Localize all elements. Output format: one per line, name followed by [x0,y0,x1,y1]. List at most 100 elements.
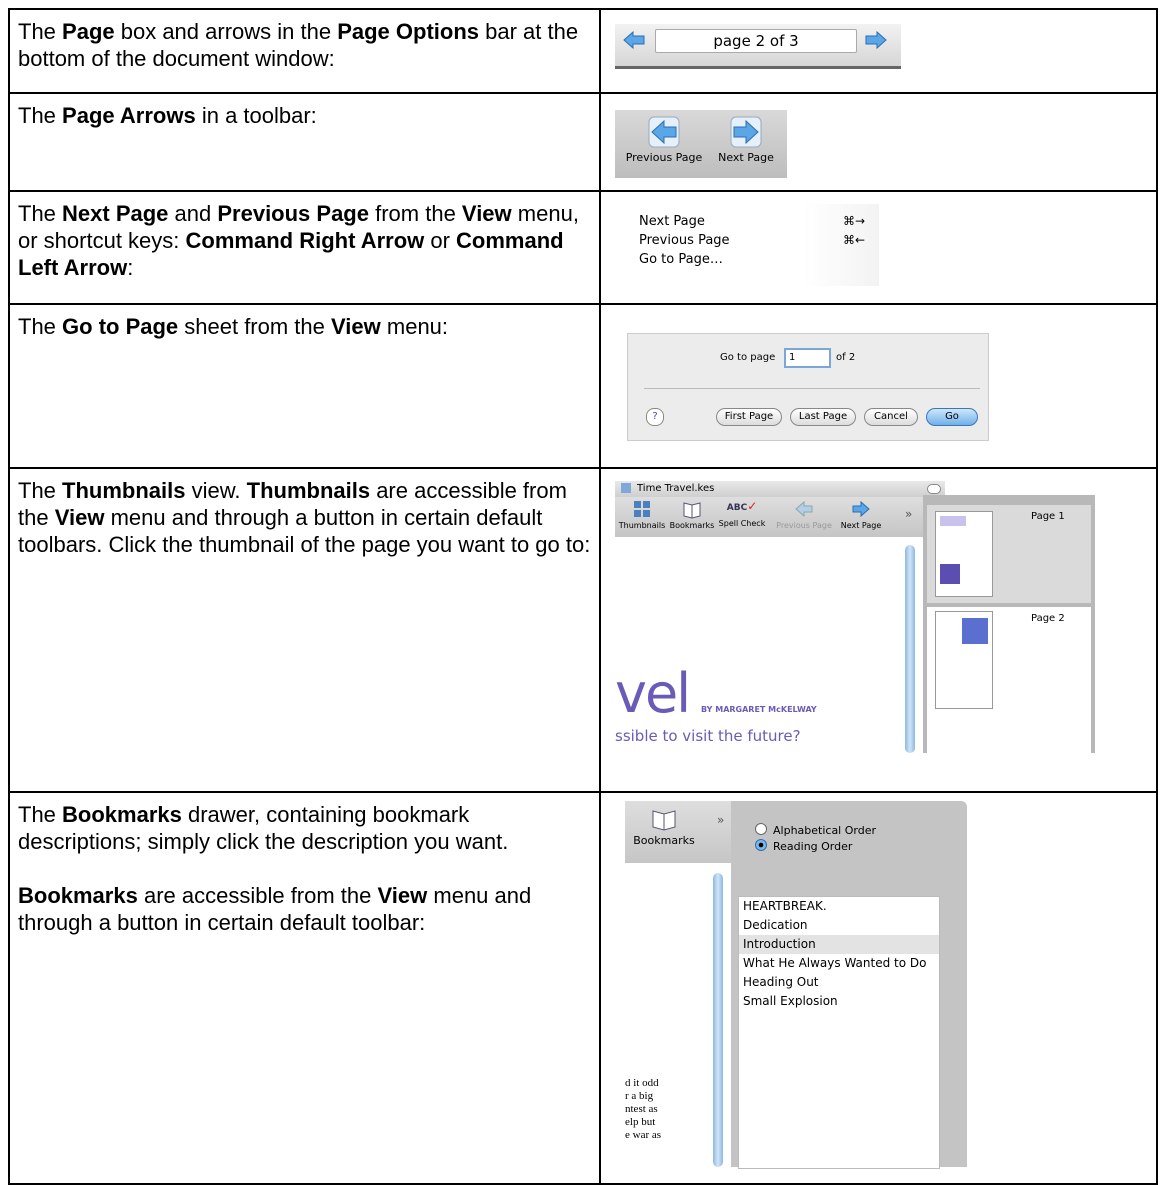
help-button[interactable]: ? [646,408,664,426]
scrollbar[interactable] [713,873,723,1167]
instruction-table: The Page box and arrows in the Page Opti… [8,8,1158,1185]
previous-page-icon [795,500,813,518]
body-line: d it odd [625,1077,659,1089]
go-to-page-sheet: Go to page 1 of 2 ? First Page Last Page… [627,333,989,441]
bookmarks-screenshot: Bookmarks » d it odd r a big ntest as el… [599,791,1158,1185]
radio-off-icon [755,823,767,835]
thumbnail-image [935,511,993,597]
view-menu: Next Page ⌘→ Previous Page ⌘← Go to Page… [627,204,879,286]
text: menu and through a button in certain def… [18,505,591,557]
bookmarks-button[interactable]: Bookmarks [669,499,715,530]
divider [644,388,980,389]
page-box[interactable]: page 2 of 3 [655,29,857,53]
text: The [18,802,63,827]
text: The [18,201,63,226]
thumbnail-page-2[interactable]: Page 2 [927,607,1091,753]
scrollbar[interactable] [905,545,915,753]
thumbnail-photo [962,618,988,644]
paragraph: The Bookmarks drawer, containing bookmar… [18,801,591,855]
list-item[interactable]: HEARTBREAK. [739,897,939,916]
previous-page-icon [648,116,680,148]
term: Next Page [62,201,169,226]
table-row: The Thumbnails view. Thumbnails are acce… [8,467,1158,793]
body-line: e war as [625,1129,662,1141]
view-menu-screenshot: Next Page ⌘→ Previous Page ⌘← Go to Page… [599,190,1158,305]
document-area: d it odd r a big ntest as elp but e war … [625,863,713,1167]
first-page-button[interactable]: First Page [716,408,782,426]
more-chevron-icon[interactable]: » [905,507,912,521]
text: view. [185,478,247,503]
document-icon [621,483,631,493]
table-row: The Page box and arrows in the Page Opti… [8,8,1158,94]
row-description: The Thumbnails view. Thumbnails are acce… [8,467,601,793]
body-line: r a big [625,1090,654,1102]
page-number-input[interactable]: 1 [784,348,831,368]
row-description: The Go to Page sheet from the View menu: [8,303,601,469]
thumbnails-drawer: Page 1 Page 2 [923,495,1095,753]
next-page-button[interactable]: Next Page [837,499,885,530]
text: box and arrows in the [114,19,338,44]
window-toolbar: Thumbnails Bookmarks ABC✓ Spell Check Pr… [615,497,925,537]
book-icon [683,502,701,519]
previous-arrow-icon[interactable] [623,30,645,50]
menu-item-previous-page[interactable]: Previous Page [639,233,730,248]
spell-check-button[interactable]: ABC✓ Spell Check [717,499,767,528]
term: Previous Page [217,201,369,226]
previous-page-button[interactable]: Previous Page [619,116,709,164]
list-item[interactable]: Heading Out [739,973,939,992]
menu-item-go-to-page[interactable]: Go to Page… [639,252,723,267]
thumbnail-title-block [940,516,966,526]
next-page-button[interactable]: Next Page [711,116,781,164]
page-options-bar: page 2 of 3 [615,24,901,69]
list-item[interactable]: Introduction [739,935,939,954]
text: The [18,103,63,128]
paragraph: Bookmarks are accessible from the View m… [18,882,591,936]
list-item[interactable]: Dedication [739,916,939,935]
thumbnail-page-1[interactable]: Page 1 [927,505,1091,603]
thumbnail-image [935,611,993,709]
term: Page Options [337,19,479,44]
menu-item-next-page[interactable]: Next Page [639,214,705,229]
shortcut-previous-page: ⌘← [842,233,865,247]
abc-label: ABC [726,503,748,513]
next-arrow-icon[interactable] [865,30,887,50]
previous-page-button[interactable]: Previous Page [773,499,835,530]
bookmarks-label: Bookmarks [669,521,715,530]
text: The [18,314,63,339]
last-page-button[interactable]: Last Page [790,408,856,426]
term: Page [62,19,115,44]
go-to-page-label: Go to page [720,352,776,363]
bookmarks-list: HEARTBREAK. Dedication Introduction What… [738,896,940,1169]
thumbnails-button[interactable]: Thumbnails [617,499,667,530]
subtitle-fragment: ssible to visit the future? [615,727,801,745]
text: and [168,201,218,226]
toolbar-toggle-icon[interactable] [927,484,941,494]
previous-page-label: Previous Page [776,521,832,530]
radio-reading-order[interactable]: Reading Order [755,839,852,853]
byline: BY MARGARET McKELWAY [701,705,817,714]
cancel-button[interactable]: Cancel [864,408,918,426]
next-page-label: Next Page [718,151,774,164]
spell-check-icon: ABC✓ [726,499,758,513]
page-2-label: Page 2 [1031,613,1065,624]
window-toolbar: Bookmarks » [625,801,737,863]
term: Bookmarks [18,883,138,908]
radio-alphabetical[interactable]: Alphabetical Order [755,823,876,837]
radio-label: Alphabetical Order [773,824,876,837]
text: : [127,255,134,280]
bookmarks-button[interactable]: Bookmarks [629,807,699,847]
term: View [54,505,105,530]
thumbnails-label: Thumbnails [618,521,666,530]
page-options-screenshot: page 2 of 3 [599,8,1158,94]
list-item[interactable]: Small Explosion [739,992,939,1011]
radio-label: Reading Order [773,840,853,853]
term: Bookmarks [62,802,182,827]
table-row: The Next Page and Previous Page from the… [8,190,1158,305]
text: The [18,478,63,503]
list-item[interactable]: What He Always Wanted to Do [739,954,939,973]
go-button[interactable]: Go [926,408,978,426]
term: Page Arrows [62,103,196,128]
text: menu: [380,314,449,339]
row-description: The Page box and arrows in the Page Opti… [8,8,601,94]
more-chevron-icon[interactable]: » [717,813,724,827]
